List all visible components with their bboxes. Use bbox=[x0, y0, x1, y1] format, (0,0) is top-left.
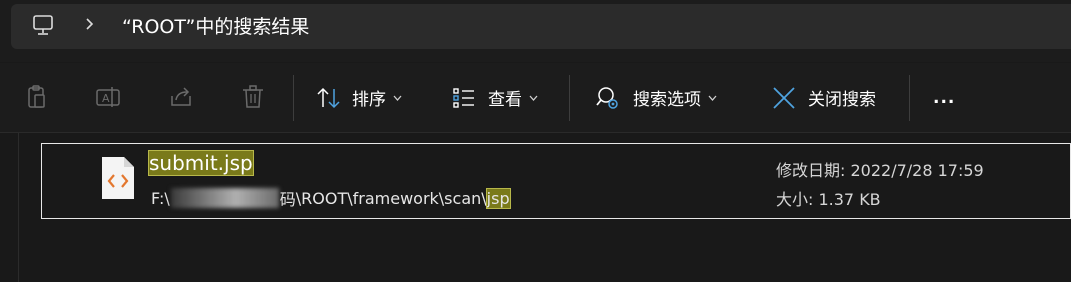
navigation-pane-edge bbox=[18, 133, 19, 282]
search-results-pane: submit.jsp F:\ 码 \ROOT\framework\scan\ j… bbox=[0, 133, 1071, 282]
search-options-label: 搜索选项 bbox=[633, 90, 701, 110]
path-obscured-tail: 码 bbox=[279, 190, 296, 209]
close-icon bbox=[773, 86, 795, 109]
path-folders: \ROOT\framework\scan\ bbox=[295, 188, 487, 208]
path-highlight: jsp bbox=[485, 187, 511, 209]
chevron-down-icon bbox=[708, 95, 717, 101]
view-list-icon bbox=[453, 87, 474, 108]
file-name-highlight: submit.jsp bbox=[148, 150, 254, 176]
chevron-right-icon[interactable] bbox=[84, 17, 94, 31]
close-search-label: 关闭搜索 bbox=[808, 90, 876, 110]
search-options-icon bbox=[596, 86, 618, 109]
address-bar: “ROOT”中的搜索结果 bbox=[0, 0, 1071, 62]
modified-date: 修改日期: 2022/7/28 17:59 bbox=[776, 161, 984, 180]
paste-icon[interactable] bbox=[24, 84, 50, 110]
delete-icon[interactable] bbox=[240, 84, 266, 110]
sort-button[interactable]: 排序 bbox=[316, 63, 402, 132]
file-name: submit.jsp bbox=[148, 150, 254, 176]
file-path: F:\ 码 \ROOT\framework\scan\ jsp bbox=[151, 186, 511, 210]
toolbar-separator bbox=[293, 75, 294, 121]
share-icon[interactable] bbox=[168, 84, 194, 110]
result-row[interactable]: submit.jsp F:\ 码 \ROOT\framework\scan\ j… bbox=[41, 143, 1071, 219]
chevron-down-icon bbox=[529, 95, 538, 101]
toolbar-separator bbox=[909, 75, 910, 121]
more-options-button[interactable]: ... bbox=[933, 63, 955, 132]
breadcrumb-title[interactable]: “ROOT”中的搜索结果 bbox=[122, 12, 309, 39]
rename-icon[interactable]: A bbox=[95, 84, 121, 110]
sort-label: 排序 bbox=[352, 90, 386, 110]
view-button[interactable]: 查看 bbox=[452, 63, 538, 132]
search-options-button[interactable]: 搜索选项 bbox=[595, 63, 717, 132]
svg-text:A: A bbox=[102, 92, 110, 105]
code-file-icon bbox=[102, 157, 134, 199]
sort-icon bbox=[317, 87, 340, 108]
view-label: 查看 bbox=[488, 90, 522, 110]
more-options-icon: ... bbox=[933, 87, 956, 108]
computer-icon[interactable] bbox=[32, 14, 54, 36]
path-drive: F:\ bbox=[151, 188, 170, 208]
path-redacted bbox=[170, 188, 279, 208]
chevron-down-icon bbox=[393, 95, 402, 101]
toolbar-separator bbox=[569, 75, 570, 121]
command-bar: A 排序 查看 搜索选项 关闭搜索 ... bbox=[0, 63, 1071, 133]
file-size: 大小: 1.37 KB bbox=[776, 190, 881, 209]
close-search-button[interactable]: 关闭搜索 bbox=[772, 63, 876, 132]
